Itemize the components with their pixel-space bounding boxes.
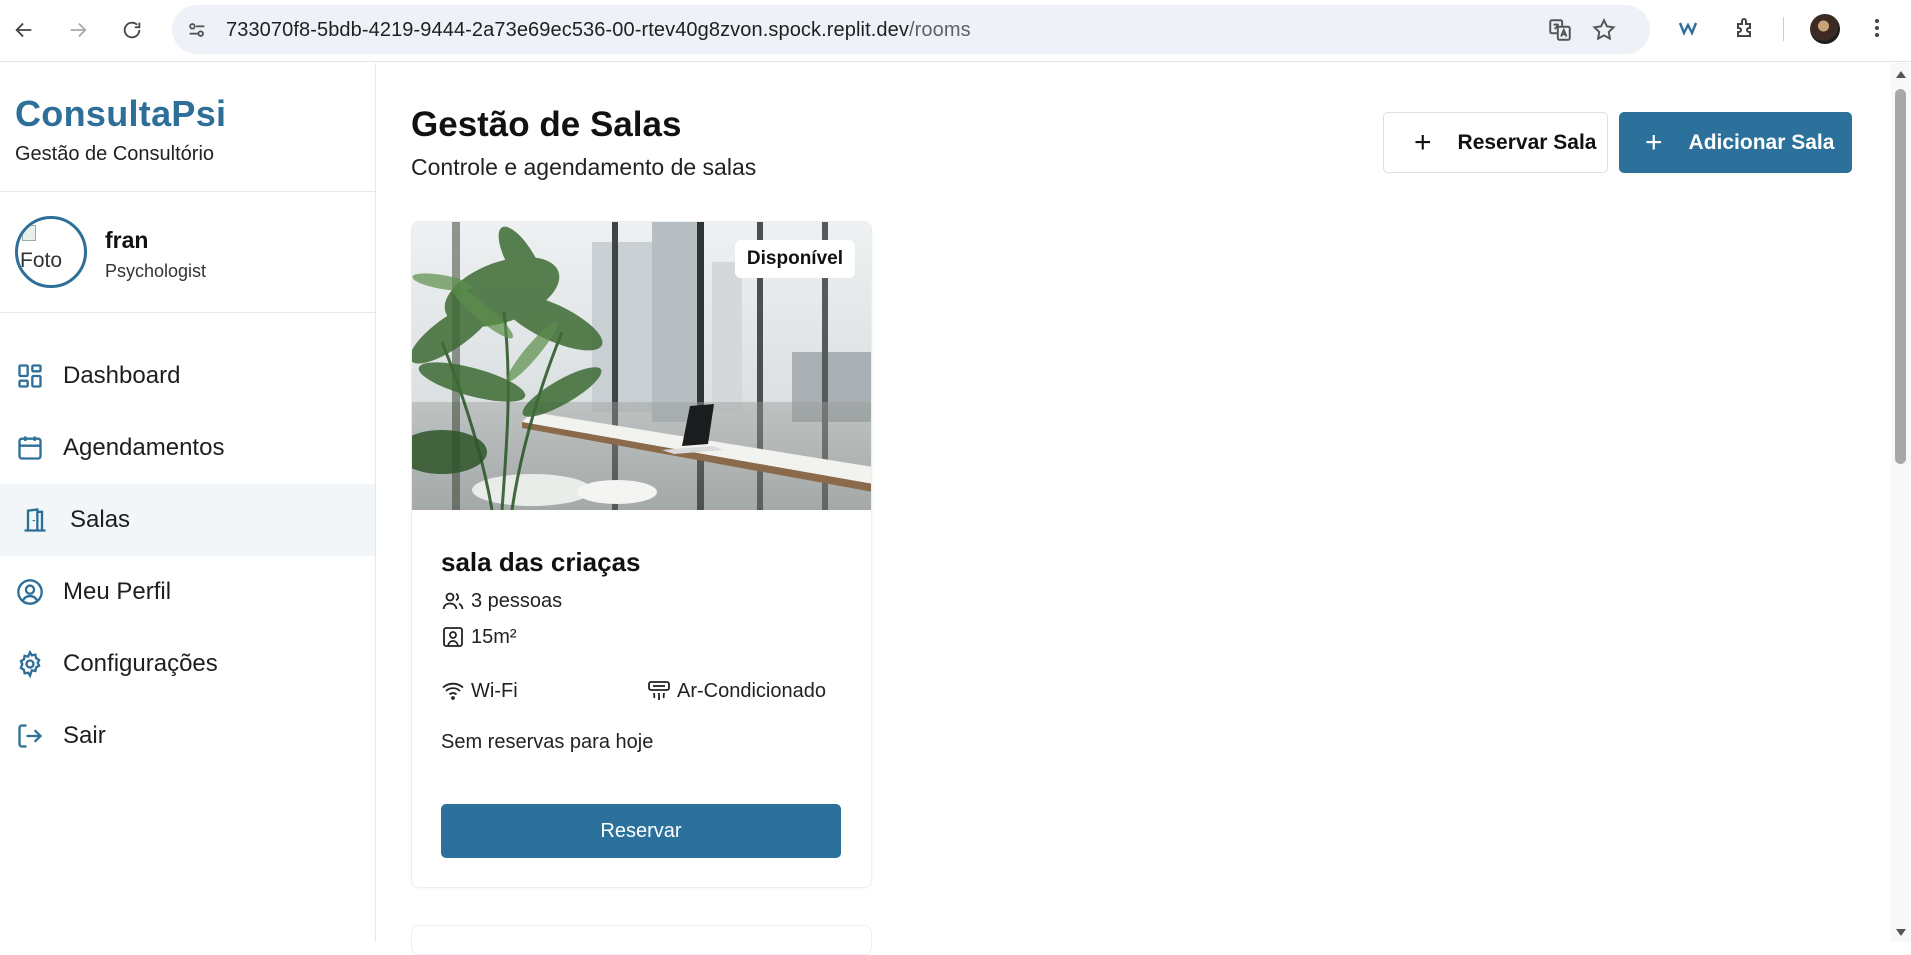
reservations-status: Sem reservas para hoje	[441, 731, 654, 753]
page-title: Gestão de Salas	[411, 105, 682, 144]
avatar-alt-text: Foto	[20, 249, 63, 272]
toolbar-divider	[1783, 17, 1784, 41]
profile-avatar[interactable]	[1810, 14, 1840, 44]
translate-icon[interactable]	[1547, 17, 1573, 43]
size-text: 15m²	[471, 625, 517, 648]
star-icon[interactable]	[1591, 17, 1617, 43]
sidebar-item-sair[interactable]: Sair	[0, 700, 375, 772]
menu-icon[interactable]	[1862, 13, 1892, 43]
page-subtitle: Controle e agendamento de salas	[411, 154, 757, 180]
scroll-up-arrow[interactable]	[1896, 71, 1906, 78]
broken-image-icon	[22, 225, 36, 241]
amenity-label: Ar-Condicionado	[677, 679, 826, 702]
air-conditioner-icon	[648, 681, 670, 700]
status-badge: Disponível	[734, 240, 855, 278]
sidebar-item-configuracoes[interactable]: Configurações	[0, 628, 375, 700]
add-room-button[interactable]: + Adicionar Sala	[1619, 112, 1852, 173]
sidebar-item-dashboard[interactable]: Dashboard	[0, 340, 375, 412]
sidebar-item-label: Meu Perfil	[63, 578, 172, 605]
url-text[interactable]: 733070f8-5bdb-4219-9444-2a73e69ec536-00-…	[226, 19, 971, 42]
room-card-next	[411, 925, 872, 955]
user-circle-icon	[15, 577, 45, 607]
scroll-down-arrow[interactable]	[1896, 929, 1906, 936]
plus-icon: +	[1414, 125, 1432, 159]
add-room-label: Adicionar Sala	[1688, 130, 1835, 154]
divider	[0, 191, 376, 192]
reserve-button[interactable]: Reservar	[441, 804, 841, 858]
dashboard-icon	[15, 361, 45, 391]
page-scrollbar[interactable]	[1891, 63, 1911, 942]
browser-toolbar: 733070f8-5bdb-4219-9444-2a73e69ec536-00-…	[0, 0, 1911, 62]
plus-icon: +	[1645, 125, 1663, 159]
reserve-room-button[interactable]: + Reservar Sala	[1383, 112, 1608, 173]
amenity-ac: Ar-Condicionado	[647, 679, 826, 703]
sidebar-item-agendamentos[interactable]: Agendamentos	[0, 412, 375, 484]
avatar: Foto	[15, 216, 87, 288]
scroll-thumb[interactable]	[1895, 89, 1906, 464]
reserve-room-label: Reservar Sala	[1457, 130, 1597, 154]
brand-subtitle: Gestão de Consultório	[15, 143, 215, 165]
brand-logo[interactable]: ConsultaPsi	[15, 93, 226, 135]
capacity-text: 3 pessoas	[471, 589, 563, 612]
sidebar-item-meu-perfil[interactable]: Meu Perfil	[0, 556, 375, 628]
room-photo: Disponível	[412, 222, 871, 510]
calendar-icon	[15, 433, 45, 463]
users-icon	[442, 592, 464, 610]
profile-name: fran	[105, 227, 149, 253]
extensions-icon[interactable]	[1730, 13, 1760, 43]
sidebar-item-label: Salas	[70, 506, 131, 533]
sidebar-item-label: Configurações	[63, 650, 218, 677]
extension-w-icon[interactable]	[1675, 13, 1705, 43]
room-card: Disponível sala das criaças 3 pessoas 15…	[411, 221, 872, 888]
sidebar-item-salas[interactable]: Salas	[0, 484, 375, 556]
amenity-wifi: Wi-Fi	[441, 679, 518, 703]
size-row: 15m²	[441, 625, 517, 649]
back-icon[interactable]	[8, 14, 40, 46]
address-bar[interactable]: 733070f8-5bdb-4219-9444-2a73e69ec536-00-…	[172, 5, 1650, 54]
sidebar: ConsultaPsi Gestão de Consultório Foto f…	[0, 63, 376, 942]
reload-icon[interactable]	[116, 14, 148, 46]
capacity-row: 3 pessoas	[441, 589, 562, 613]
logout-icon	[15, 721, 45, 751]
sidebar-item-label: Sair	[63, 722, 106, 749]
door-icon	[20, 505, 50, 535]
site-info-icon[interactable]	[186, 19, 208, 41]
amenity-label: Wi-Fi	[471, 679, 518, 702]
profile-role: Psychologist	[105, 261, 207, 281]
wifi-icon	[442, 682, 464, 700]
area-icon	[443, 627, 463, 647]
sidebar-item-label: Dashboard	[63, 362, 181, 389]
gear-icon	[15, 649, 45, 679]
room-name: sala das criaças	[441, 547, 641, 577]
sidebar-item-label: Agendamentos	[63, 434, 225, 461]
url-host: 733070f8-5bdb-4219-9444-2a73e69ec536-00-…	[226, 19, 909, 41]
forward-icon[interactable]	[62, 14, 94, 46]
url-path: /rooms	[908, 19, 971, 41]
divider	[0, 312, 376, 313]
sidebar-nav: Dashboard Agendamentos Salas Meu Perfil …	[0, 340, 375, 772]
